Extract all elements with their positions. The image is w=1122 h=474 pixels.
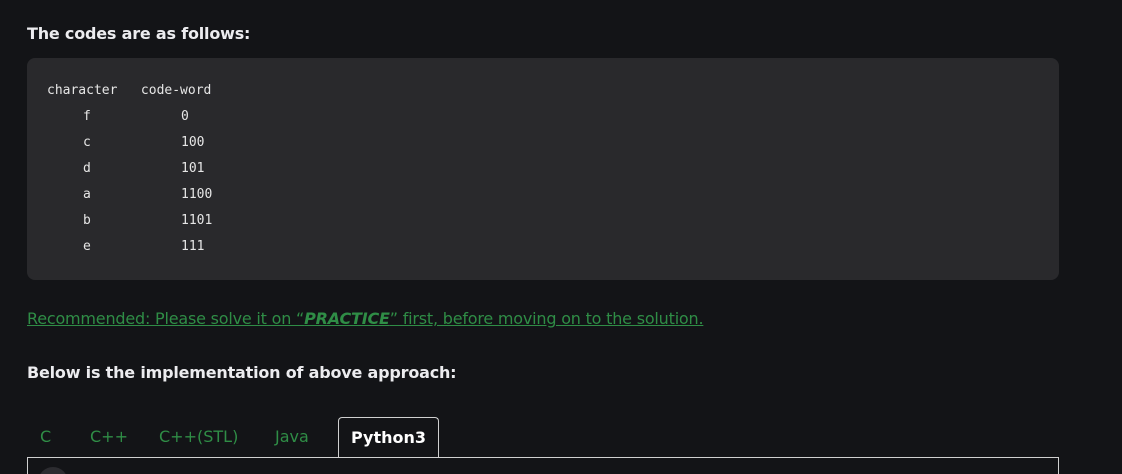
code-block: character code-word f 0 c 100 d 101 a 11… — [27, 58, 1059, 280]
tab-cpp[interactable]: C++ — [90, 417, 128, 457]
language-tabs: C C++ C++(STL) Java Python3 — [27, 417, 1059, 457]
implementation-heading: Below is the implementation of above app… — [27, 363, 457, 382]
code-word-cell: 1100 — [181, 187, 213, 202]
tab-python3[interactable]: Python3 — [338, 417, 440, 457]
character-cell: a — [83, 187, 91, 202]
code-word-cell: 111 — [181, 239, 205, 254]
character-cell: c — [83, 135, 91, 150]
code-word-cell: 0 — [181, 109, 189, 124]
code-word-cell: 100 — [181, 135, 205, 150]
practice-link[interactable]: Recommended: Please solve it on “PRACTIC… — [27, 309, 704, 328]
practice-link-suffix: ” first, before moving on to the solutio… — [389, 309, 704, 328]
code-word-cell: 101 — [181, 161, 205, 176]
article-page: The codes are as follows: character code… — [0, 0, 1122, 474]
practice-link-prefix: Recommended: Please solve it on “ — [27, 309, 305, 328]
panel-avatar-icon — [38, 467, 68, 474]
tab-cpp-stl[interactable]: C++(STL) — [159, 417, 238, 457]
character-cell: e — [83, 239, 91, 254]
character-cell: b — [83, 213, 91, 228]
tab-java[interactable]: Java — [275, 417, 309, 457]
code-word-cell: 1101 — [181, 213, 213, 228]
intro-text: The codes are as follows: — [27, 24, 251, 43]
character-cell: f — [83, 109, 91, 124]
character-cell: d — [83, 161, 91, 176]
code-table-header: character code-word — [47, 83, 212, 98]
practice-link-emphasis: PRACTICE — [304, 309, 390, 328]
tab-c[interactable]: C — [40, 417, 51, 457]
code-panel — [27, 457, 1059, 474]
